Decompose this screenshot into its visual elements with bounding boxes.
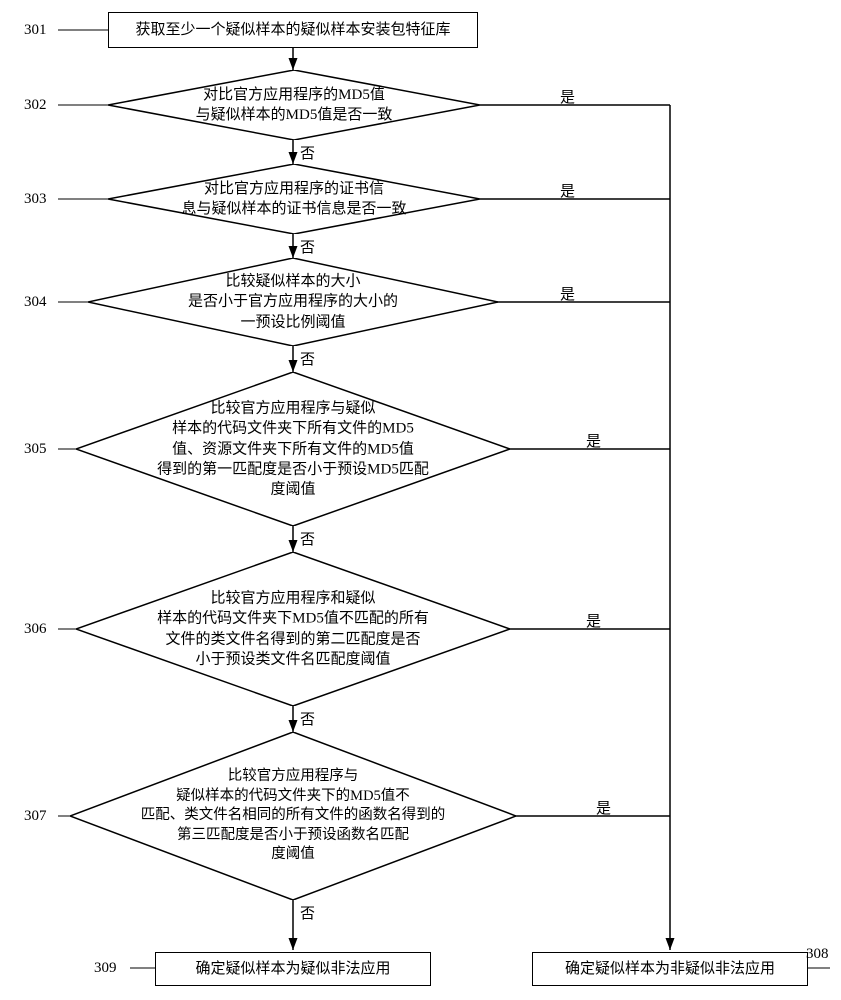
yes-label-304: 是 bbox=[560, 283, 575, 304]
step-number-301: 301 bbox=[24, 22, 47, 39]
decision-302-text: 对比官方应用程序的MD5值 与疑似样本的MD5值是否一致 bbox=[145, 85, 443, 126]
step-number-303: 303 bbox=[24, 191, 47, 208]
terminal-309-box: 确定疑似样本为疑似非法应用 bbox=[155, 952, 431, 986]
yes-label-302: 是 bbox=[560, 86, 575, 107]
decision-302: 对比官方应用程序的MD5值 与疑似样本的MD5值是否一致 bbox=[108, 70, 480, 140]
decision-304-text: 比较疑似样本的大小 是否小于官方应用程序的大小的 一预设比例阈值 bbox=[141, 272, 444, 333]
decision-307: 比较官方应用程序与 疑似样本的代码文件夹下的MD5值不 匹配、类文件名相同的所有… bbox=[70, 732, 516, 900]
terminal-308-box: 确定疑似样本为非疑似非法应用 bbox=[532, 952, 808, 986]
step-number-302: 302 bbox=[24, 97, 47, 114]
terminal-308-text: 确定疑似样本为非疑似非法应用 bbox=[565, 959, 775, 979]
step-301-box: 获取至少一个疑似样本的疑似样本安装包特征库 bbox=[108, 12, 478, 48]
no-label-304: 否 bbox=[300, 348, 315, 369]
yes-label-306: 是 bbox=[586, 610, 601, 631]
decision-305: 比较官方应用程序与疑似 样本的代码文件夹下所有文件的MD5 值、资源文件夹下所有… bbox=[76, 372, 510, 526]
step-number-306: 306 bbox=[24, 621, 47, 638]
step-number-304: 304 bbox=[24, 294, 47, 311]
yes-label-303: 是 bbox=[560, 180, 575, 201]
no-label-307: 否 bbox=[300, 902, 315, 923]
step-301-text: 获取至少一个疑似样本的疑似样本安装包特征库 bbox=[135, 20, 450, 40]
decision-303: 对比官方应用程序的证书信 息与疑似样本的证书信息是否一致 bbox=[108, 164, 480, 234]
step-number-308: 308 bbox=[806, 946, 829, 963]
yes-label-305: 是 bbox=[586, 430, 601, 451]
terminal-309-text: 确定疑似样本为疑似非法应用 bbox=[195, 959, 390, 979]
no-label-305: 否 bbox=[300, 528, 315, 549]
yes-label-307: 是 bbox=[596, 797, 611, 818]
decision-304: 比较疑似样本的大小 是否小于官方应用程序的大小的 一预设比例阈值 bbox=[88, 258, 498, 346]
step-number-307: 307 bbox=[24, 808, 47, 825]
no-label-302: 否 bbox=[300, 142, 315, 163]
step-number-305: 305 bbox=[24, 441, 47, 458]
no-label-303: 否 bbox=[300, 236, 315, 257]
decision-306: 比较官方应用程序和疑似 样本的代码文件夹下MD5值不匹配的所有 文件的类文件名得… bbox=[76, 552, 510, 706]
decision-306-text: 比较官方应用程序和疑似 样本的代码文件夹下MD5值不匹配的所有 文件的类文件名得… bbox=[124, 589, 463, 670]
decision-305-text: 比较官方应用程序与疑似 样本的代码文件夹下所有文件的MD5 值、资源文件夹下所有… bbox=[128, 398, 458, 499]
step-number-309: 309 bbox=[94, 960, 117, 977]
no-label-306: 否 bbox=[300, 708, 315, 729]
decision-307-text: 比较官方应用程序与 疑似样本的代码文件夹下的MD5值不 匹配、类文件名相同的所有… bbox=[115, 767, 472, 865]
decision-303-text: 对比官方应用程序的证书信 息与疑似样本的证书信息是否一致 bbox=[145, 179, 443, 220]
